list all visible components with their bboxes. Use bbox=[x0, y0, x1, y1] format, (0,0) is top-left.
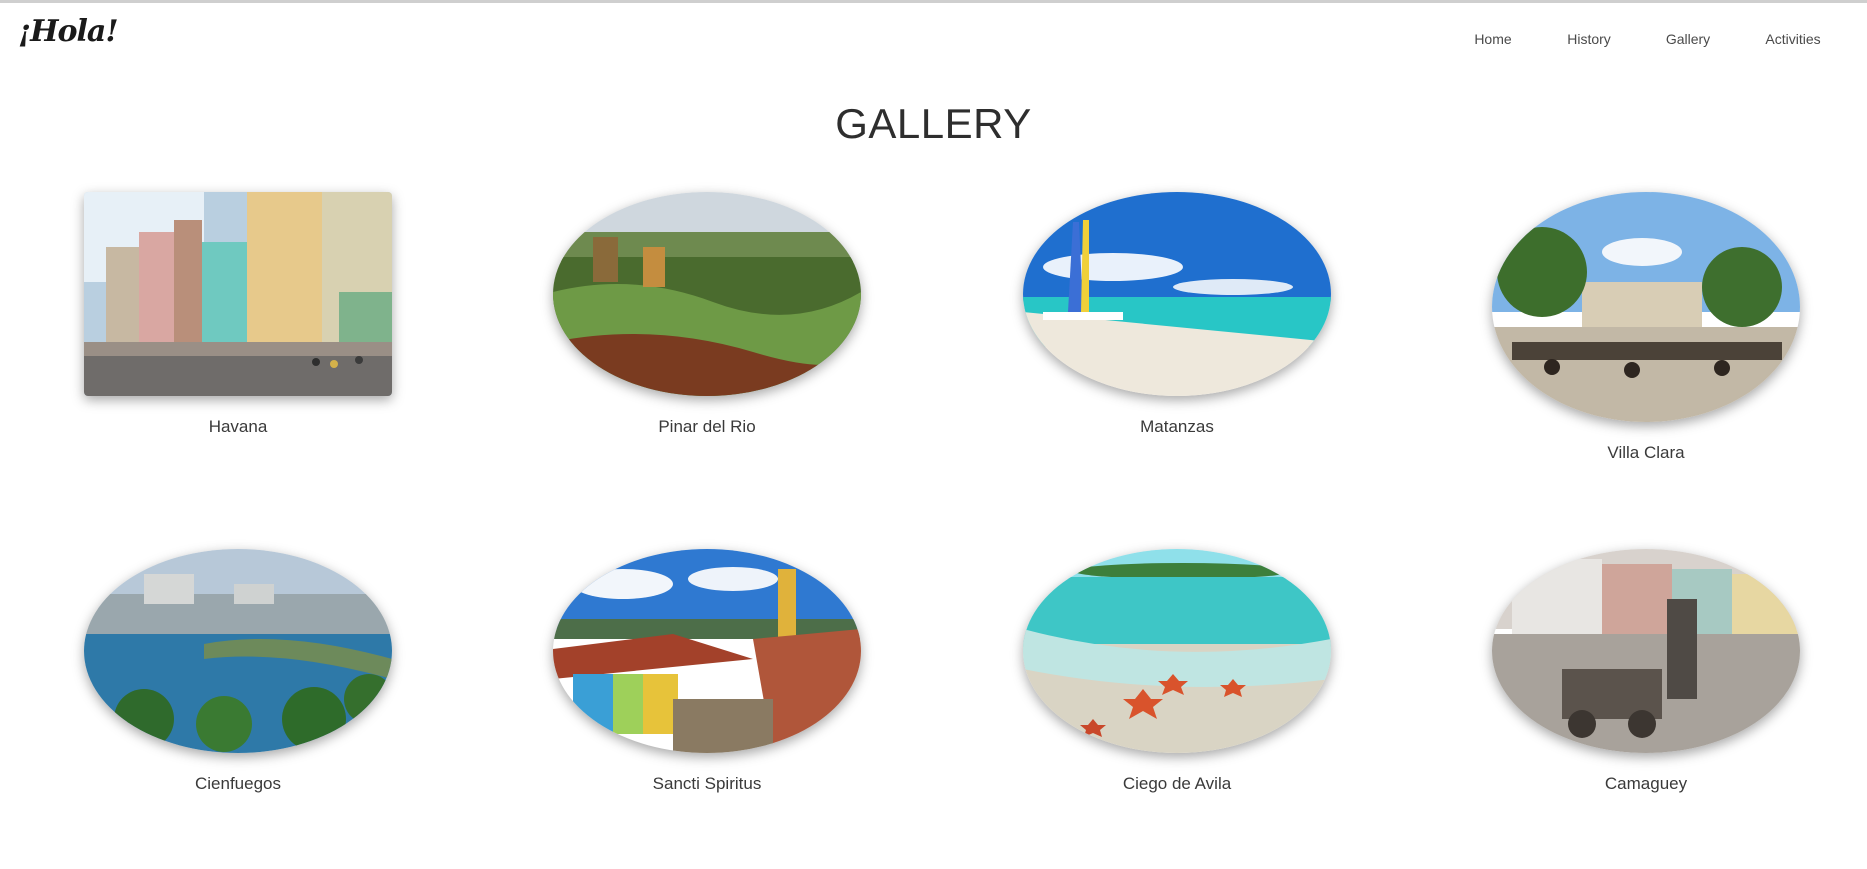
matanzas-photo[interactable] bbox=[1023, 192, 1331, 396]
gallery-item-pinar-del-rio[interactable]: Pinar del Rio bbox=[553, 192, 861, 438]
main-nav: Home History Gallery Activities bbox=[0, 30, 1867, 50]
villa-clara-photo[interactable] bbox=[1492, 192, 1800, 422]
nav-gallery[interactable]: Gallery bbox=[1666, 30, 1710, 48]
gallery-item-villa-clara[interactable]: Villa Clara bbox=[1492, 192, 1800, 464]
gallery-item-matanzas[interactable]: Matanzas bbox=[1023, 192, 1331, 438]
top-border bbox=[0, 0, 1867, 3]
nav-activities[interactable]: Activities bbox=[1765, 30, 1820, 48]
sancti-spiritus-photo[interactable] bbox=[553, 549, 861, 753]
gallery-caption: Ciego de Avila bbox=[1122, 774, 1232, 793]
gallery-caption: Camaguey bbox=[1604, 774, 1688, 793]
gallery-item-camaguey[interactable]: Camaguey bbox=[1492, 549, 1800, 795]
nav-home[interactable]: Home bbox=[1474, 30, 1511, 48]
gallery-caption: Havana bbox=[208, 417, 268, 436]
gallery-caption: Villa Clara bbox=[1607, 443, 1685, 462]
gallery-item-havana[interactable]: Havana bbox=[84, 192, 392, 438]
gallery-caption: Pinar del Rio bbox=[658, 417, 756, 436]
gallery-caption: Sancti Spiritus bbox=[652, 774, 762, 793]
nav-history[interactable]: History bbox=[1567, 30, 1611, 48]
gallery-caption: Cienfuegos bbox=[194, 774, 281, 793]
gallery-item-sancti-spiritus[interactable]: Sancti Spiritus bbox=[553, 549, 861, 795]
gallery-caption: Matanzas bbox=[1140, 417, 1214, 436]
gallery-item-ciego-de-avila[interactable]: Ciego de Avila bbox=[1023, 549, 1331, 795]
ciego-de-avila-photo[interactable] bbox=[1023, 549, 1331, 753]
pinar-del-rio-photo[interactable] bbox=[553, 192, 861, 396]
cienfuegos-photo[interactable] bbox=[84, 549, 392, 753]
havana-photo[interactable] bbox=[84, 192, 392, 396]
gallery-item-cienfuegos[interactable]: Cienfuegos bbox=[84, 549, 392, 795]
page-title: GALLERY bbox=[835, 100, 1032, 147]
camaguey-photo[interactable] bbox=[1492, 549, 1800, 753]
